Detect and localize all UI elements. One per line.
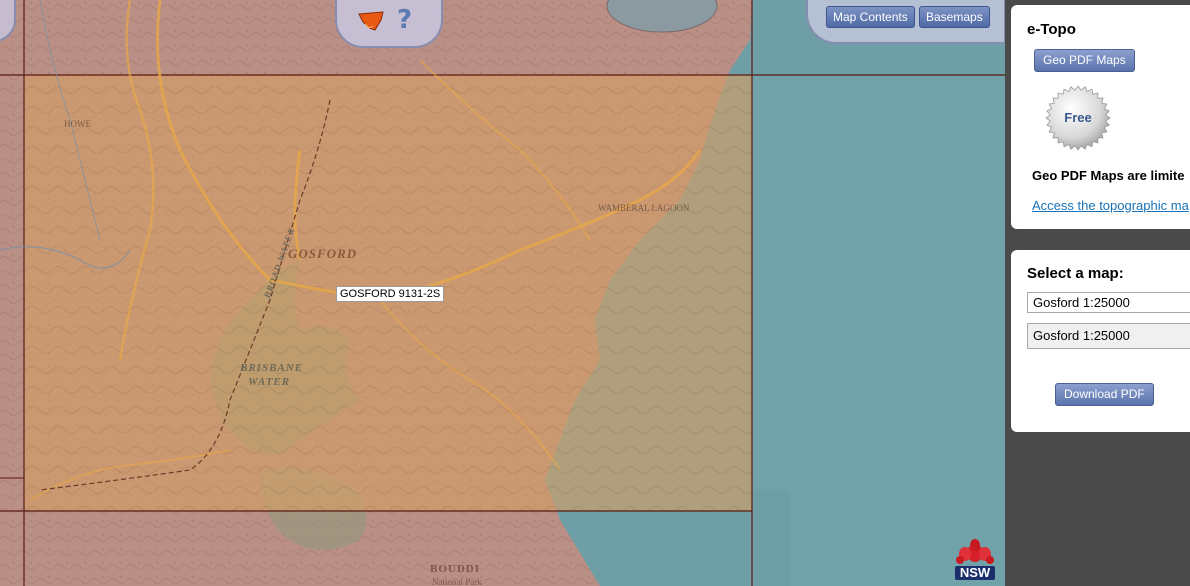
basemaps-button[interactable]: Basemaps xyxy=(919,6,990,28)
place-label-brisbane: BRISBANE xyxy=(240,362,304,374)
nsw-waratah-icon: NSW xyxy=(955,538,995,580)
place-label-howe: HOWE xyxy=(64,119,91,129)
app-window: GOSFORD BRISBANE WATER BROAD WATER BOUDD… xyxy=(0,0,1190,586)
help-icon[interactable]: ? xyxy=(397,6,412,34)
place-label-gosford: GOSFORD xyxy=(288,246,358,261)
map-tool-tab: ? xyxy=(335,0,443,48)
nsw-logo-text: NSW xyxy=(955,566,995,580)
access-topographic-link[interactable]: Access the topographic ma xyxy=(1032,198,1189,213)
map-sheet-label[interactable]: GOSFORD 9131-2S xyxy=(336,286,445,302)
select-map-title: Select a map: xyxy=(1027,265,1124,282)
select-map-panel: Select a map: Gosford 1:25000 Gosford 1:… xyxy=(1011,250,1190,432)
geo-pdf-notice: Geo PDF Maps are limite xyxy=(1032,168,1185,183)
etopo-panel: e-Topo Geo PDF Maps Free Geo PDF Maps ar… xyxy=(1011,5,1190,229)
map-canvas[interactable]: GOSFORD BRISBANE WATER BROAD WATER BOUDD… xyxy=(0,0,1005,586)
place-label-wamberal: WAMBERAL LAGOON xyxy=(598,203,690,213)
etopo-title: e-Topo xyxy=(1027,21,1076,38)
download-pdf-button[interactable]: Download PDF xyxy=(1055,383,1154,406)
map-contents-button[interactable]: Map Contents xyxy=(826,6,915,28)
topographic-basemap xyxy=(0,0,1005,586)
map-select-dropdown[interactable]: Gosford 1:25000 xyxy=(1027,323,1190,349)
free-badge: Free xyxy=(1045,85,1111,151)
geo-pdf-maps-button[interactable]: Geo PDF Maps xyxy=(1034,49,1135,72)
free-badge-text: Free xyxy=(1064,110,1092,125)
nsw-map-icon[interactable] xyxy=(357,10,385,32)
place-label-bouddi: BOUDDI xyxy=(430,563,481,575)
place-label-national-park: National Park xyxy=(432,577,482,586)
place-label-water: WATER xyxy=(248,376,291,388)
map-toolbar-tab: Map Contents Basemaps xyxy=(806,0,1005,44)
map-search-field[interactable]: Gosford 1:25000 xyxy=(1027,292,1190,313)
